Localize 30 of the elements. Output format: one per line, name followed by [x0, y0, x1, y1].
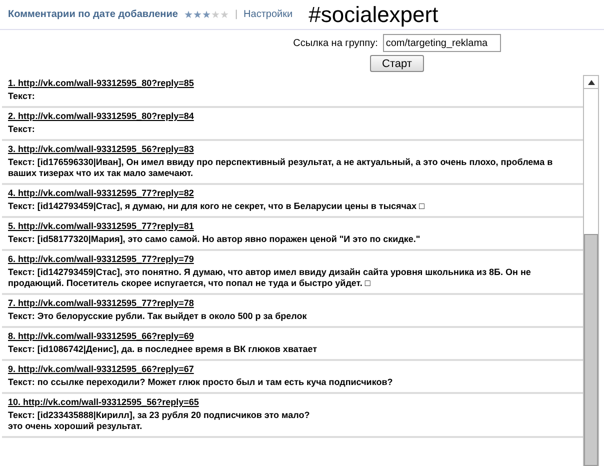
comment-link[interactable]: 5. http://vk.com/wall-93312595_77?reply=81 [8, 221, 194, 232]
comment-text: Текст: [id233435888|Кирилл], за 23 рубля 20 подписчиков это мало? это очень хороший результат. [8, 410, 311, 432]
comment-link[interactable]: 1. http://vk.com/wall-93312595_80?reply=85 [8, 78, 194, 89]
comment-link[interactable]: 9. http://vk.com/wall-93312595_66?reply=67 [8, 364, 194, 375]
comment-link[interactable]: 8. http://vk.com/wall-93312595_66?reply=69 [8, 331, 194, 342]
comment-link[interactable]: 4. http://vk.com/wall-93312595_77?reply=82 [8, 188, 194, 199]
start-button[interactable]: Старт [370, 55, 424, 72]
comment-text: Текст: [id176596330|Иван], Он имел ввиду про перспективный результат, а не актуальный, а это очень плохо, проблема в ваших тизерах что их так мало замечают. [8, 157, 554, 179]
comment-text: Текст: [8, 91, 36, 102]
comment-text: Текст: [8, 124, 36, 135]
settings-link[interactable]: Настройки [244, 9, 293, 20]
comment-link[interactable]: 7. http://vk.com/wall-93312595_77?reply=78 [8, 298, 194, 309]
scroll-up-icon[interactable] [588, 80, 594, 84]
comment-link[interactable]: 10. http://vk.com/wall-93312595_56?reply=65 [8, 397, 199, 408]
comment-text: Текст: по ссылке переходили? Может глюк просто был и там есть куча подписчиков? [8, 377, 394, 388]
comment-text: Текст: [id142793459|Стас], это понятно. Я думаю, что автор имел ввиду дизайн сайта уровня школьника из 8Б. Он не продающий. Посетитель скорее испугается, что попал не туда и быстро уйдет. □ [8, 267, 532, 289]
separator: | [234, 9, 238, 20]
star-rating: ★★★★★ [184, 8, 229, 20]
group-link-label: Ссылка на группу: [293, 38, 378, 48]
comment-text: Текст: Это белорусские рубли. Так выйдет в около 500 р за брелок [8, 311, 308, 322]
comment-link[interactable]: 2. http://vk.com/wall-93312595_80?reply=84 [8, 111, 194, 122]
comment-link[interactable]: 6. http://vk.com/wall-93312595_77?reply=79 [8, 254, 194, 265]
group-link-field[interactable]: com/targeting_reklama [382, 34, 501, 52]
hashtag: #socialexpert [308, 2, 438, 28]
comment-text: Текст: [id1086742|Денис], да. в последнее время в ВК глюков хватает [8, 344, 318, 355]
comment-text: Текст: [id58177320|Мария], это само самой. Но автор явно поражен ценой "И это по скидке." [8, 234, 422, 245]
comment-link[interactable]: 3. http://vk.com/wall-93312595_56?reply=83 [8, 144, 194, 155]
sort-link[interactable]: Комментарии по дате добавление [8, 9, 178, 20]
comment-text: Текст: [id142793459|Стас], я думаю, ни для кого не секрет, что в Беларусии цены в тысячах □ [8, 201, 426, 212]
scrollbar[interactable] [583, 75, 599, 466]
